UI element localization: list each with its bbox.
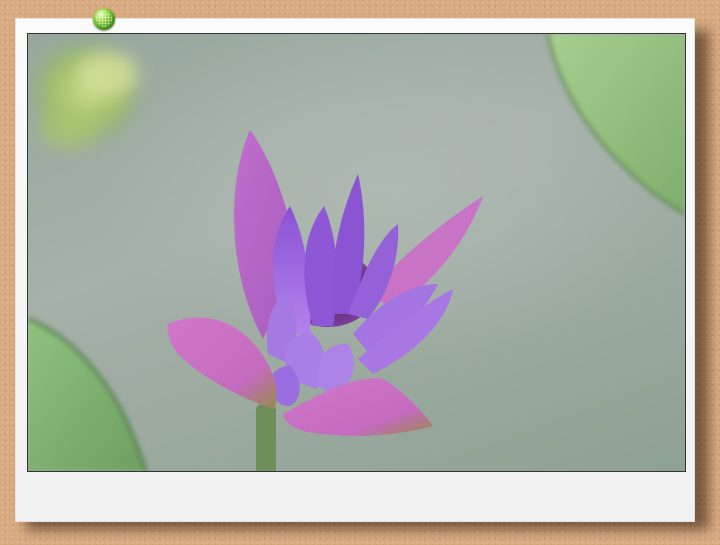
polaroid-card: [15, 18, 695, 522]
petal: [283, 378, 433, 436]
stem: [256, 404, 276, 471]
lily-pad-right: [546, 34, 685, 216]
water-lily-illustration: [28, 34, 685, 471]
push-pin-icon: [93, 8, 115, 30]
inner-petals: [266, 174, 453, 406]
photo: [27, 33, 686, 472]
lily-pad-left: [28, 316, 149, 471]
blurred-lily-pad: [28, 34, 148, 150]
